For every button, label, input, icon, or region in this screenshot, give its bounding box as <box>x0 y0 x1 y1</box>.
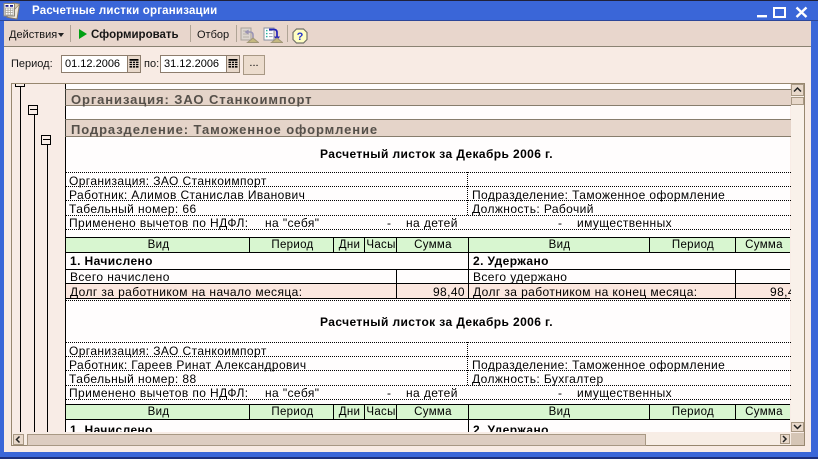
svg-text:?: ? <box>297 31 304 43</box>
